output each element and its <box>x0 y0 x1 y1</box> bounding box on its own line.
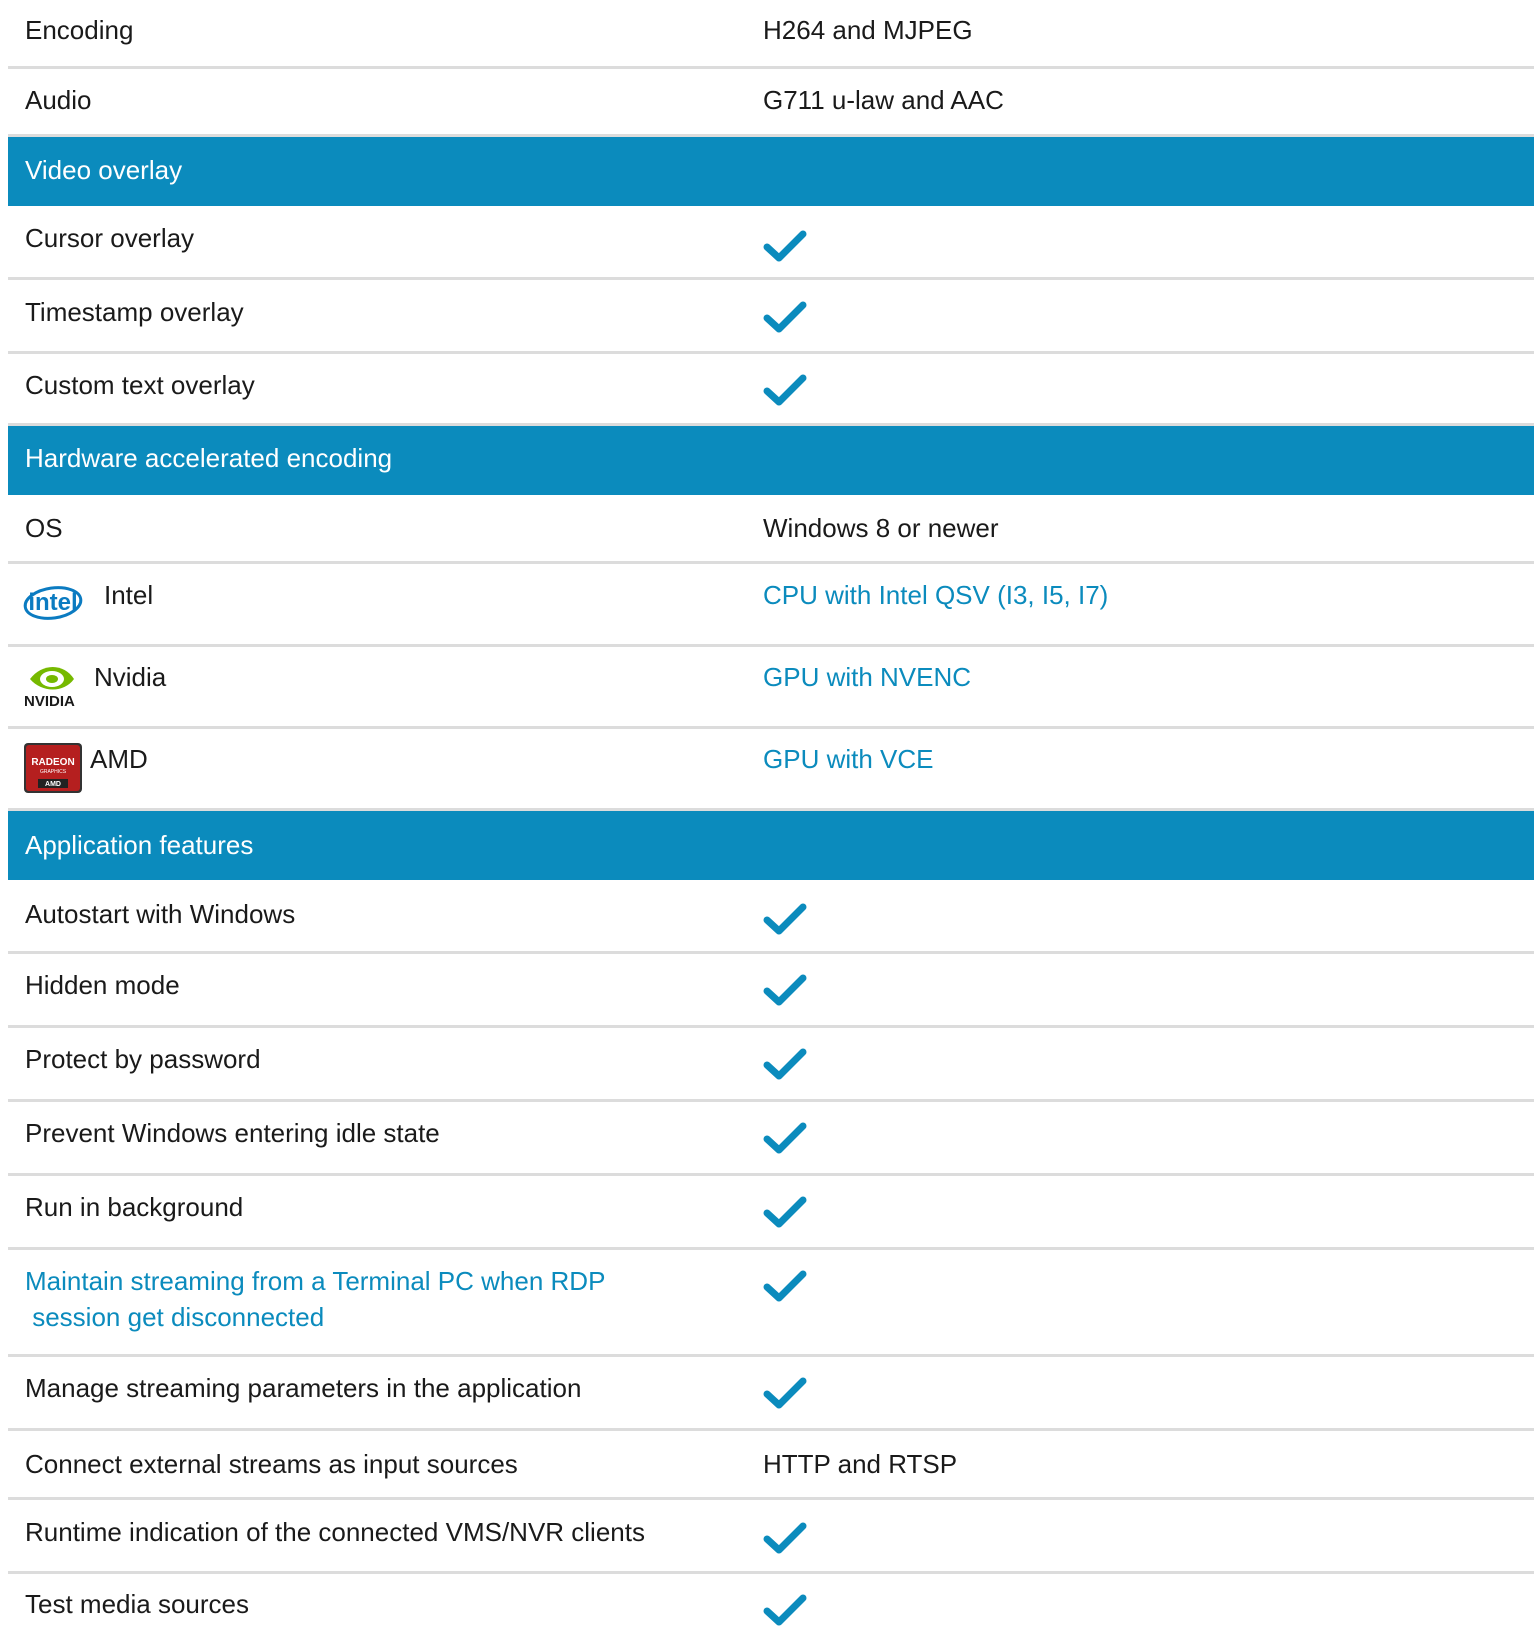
intel-logo-text: intel <box>28 589 77 616</box>
row-manage-params: Manage streaming parameters in the appli… <box>8 1357 1534 1431</box>
check-icon <box>763 1048 807 1080</box>
nvidia-logo: NVIDIA <box>20 659 90 710</box>
row-audio: Audio G711 u-law and AAC <box>8 69 1534 137</box>
rdp-link-line1[interactable]: Maintain streaming from a Terminal PC wh… <box>25 1263 605 1299</box>
row-label: Audio <box>25 85 92 115</box>
amd-logo-brand: AMD <box>45 781 61 788</box>
check-icon <box>763 1122 807 1154</box>
check-icon <box>763 301 807 333</box>
row-external-streams: Connect external streams as input source… <box>8 1431 1534 1500</box>
row-value: HTTP and RTSP <box>763 1449 958 1479</box>
section-title: Application features <box>25 830 254 860</box>
row-label: Hidden mode <box>25 970 180 1000</box>
vce-link[interactable]: GPU with VCE <box>763 741 934 777</box>
row-prevent-idle: Prevent Windows entering idle state <box>8 1102 1534 1176</box>
check-icon <box>763 374 807 406</box>
row-runtime-indication: Runtime indication of the connected VMS/… <box>8 1500 1534 1574</box>
check-icon <box>763 1594 807 1626</box>
row-label: Custom text overlay <box>25 370 255 400</box>
row-value: H264 and MJPEG <box>763 15 973 45</box>
row-cursor-overlay: Cursor overlay <box>8 206 1534 280</box>
features-table: Encoding H264 and MJPEG Audio G711 u-law… <box>8 0 1534 1648</box>
row-label: Intel <box>104 580 154 610</box>
intel-logo: intel <box>22 578 86 622</box>
row-label: Timestamp overlay <box>25 297 244 327</box>
section-title: Video overlay <box>25 155 183 185</box>
row-os: OS Windows 8 or newer <box>8 495 1534 564</box>
row-custom-text-overlay: Custom text overlay <box>8 354 1534 426</box>
row-test-media: Test media sources <box>8 1574 1534 1648</box>
amd-logo-text: RADEON <box>31 757 74 768</box>
check-icon <box>763 974 807 1006</box>
row-label: Nvidia <box>94 662 167 692</box>
check-icon <box>763 903 807 935</box>
row-label: AMD <box>90 744 148 774</box>
check-icon <box>763 1196 807 1228</box>
check-icon <box>763 1377 807 1409</box>
row-run-background: Run in background <box>8 1176 1534 1250</box>
row-label: Prevent Windows entering idle state <box>25 1118 440 1148</box>
row-label: Manage streaming parameters in the appli… <box>25 1373 582 1403</box>
row-rdp-streaming: Maintain streaming from a Terminal PC wh… <box>8 1250 1534 1357</box>
row-label: Runtime indication of the connected VMS/… <box>25 1517 645 1547</box>
row-label: Autostart with Windows <box>25 899 296 929</box>
check-icon <box>763 1522 807 1554</box>
row-timestamp-overlay: Timestamp overlay <box>8 280 1534 354</box>
row-label: Encoding <box>25 15 134 45</box>
check-icon <box>763 230 807 262</box>
section-header-hardware-encoding: Hardware accelerated encoding <box>8 426 1534 495</box>
row-label: Run in background <box>25 1192 244 1222</box>
nvenc-link[interactable]: GPU with NVENC <box>763 659 971 695</box>
row-encoding: Encoding H264 and MJPEG <box>8 0 1534 69</box>
row-label: Connect external streams as input source… <box>25 1449 518 1479</box>
amd-logo-subtext: GRAPHICS <box>40 769 67 775</box>
row-nvidia: NVIDIA Nvidia GPU with NVENC <box>8 647 1534 729</box>
row-intel: intel Intel CPU with Intel QSV (I3, I5, … <box>8 564 1534 647</box>
row-protect-password: Protect by password <box>8 1028 1534 1102</box>
section-title: Hardware accelerated encoding <box>25 443 393 473</box>
amd-radeon-logo: RADEON GRAPHICS AMD <box>24 743 82 793</box>
row-label: Protect by password <box>25 1044 261 1074</box>
row-label: OS <box>25 513 63 543</box>
row-label: Test media sources <box>25 1589 249 1619</box>
check-icon <box>763 1270 807 1302</box>
section-header-application-features: Application features <box>8 811 1534 880</box>
row-hidden-mode: Hidden mode <box>8 954 1534 1028</box>
nvidia-logo-text: NVIDIA <box>24 693 75 709</box>
row-autostart: Autostart with Windows <box>8 880 1534 954</box>
rdp-link-line2[interactable]: session get disconnected <box>25 1299 324 1335</box>
row-value: G711 u-law and AAC <box>763 85 1004 115</box>
row-value: Windows 8 or newer <box>763 513 999 543</box>
section-header-video-overlay: Video overlay <box>8 137 1534 206</box>
row-label: Cursor overlay <box>25 223 195 253</box>
intel-qsv-link[interactable]: CPU with Intel QSV (I3, I5, I7) <box>763 577 1108 613</box>
row-amd: RADEON GRAPHICS AMD AMD GPU with VCE <box>8 729 1534 811</box>
